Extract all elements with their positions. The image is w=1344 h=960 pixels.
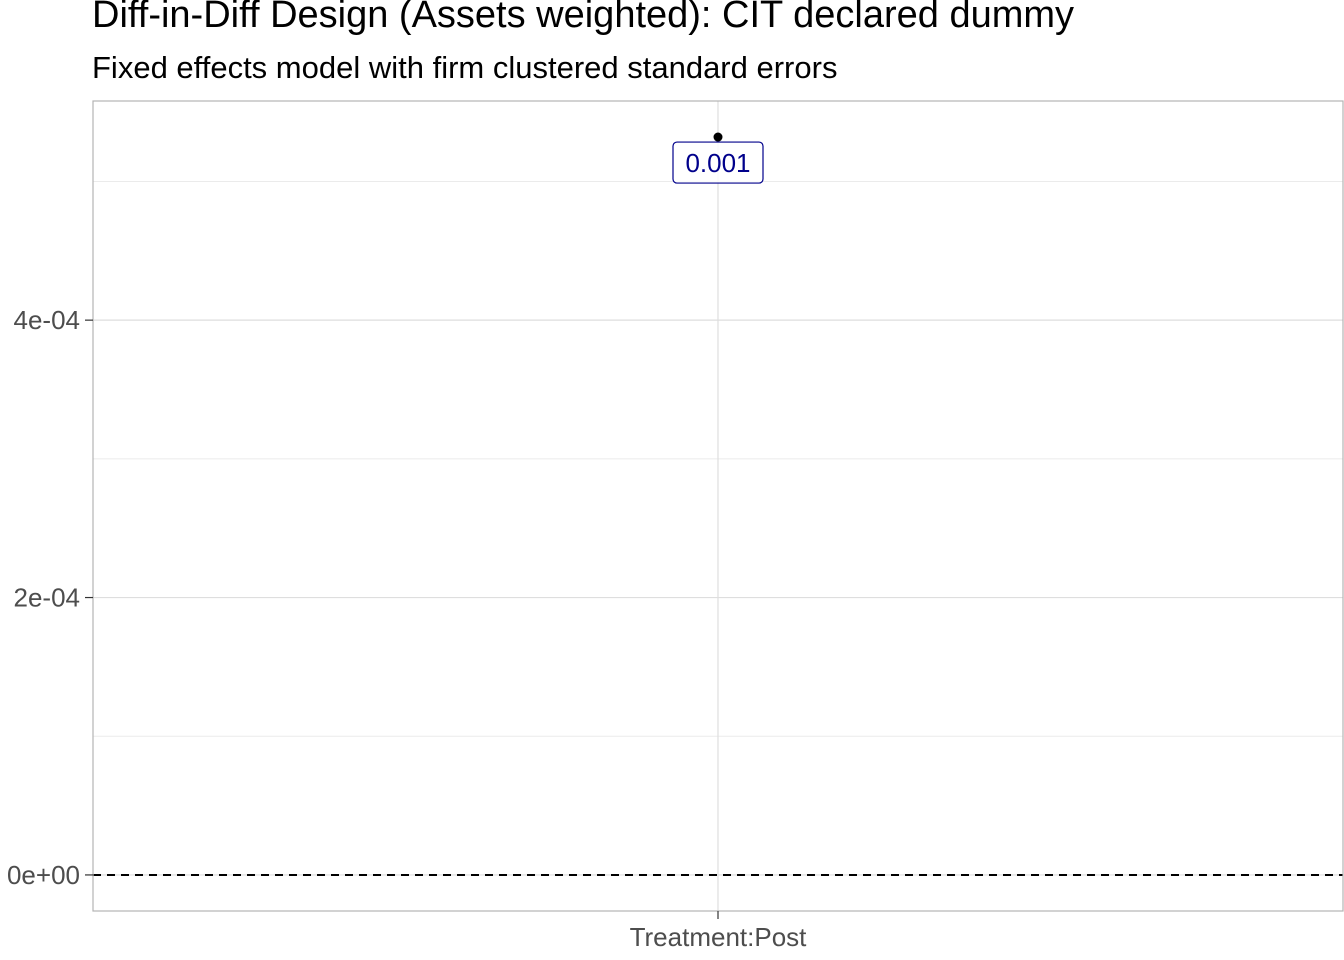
y-tick-label: 0e+00 [7,860,80,890]
y-axis: 0e+00 2e-04 4e-04 [7,305,93,890]
major-gridlines [93,101,1343,911]
x-tick-label: Treatment:Post [630,922,808,952]
x-axis: Treatment:Post [630,911,808,952]
plot-area: 0e+00 2e-04 4e-04 Treatment:Post 0.001 [7,100,1344,952]
y-tick-label: 4e-04 [14,305,81,335]
y-tick-label: 2e-04 [14,583,81,613]
data-label: 0.001 [672,141,764,184]
data-point [713,132,723,142]
data-points [713,132,723,142]
data-labels: 0.001 [672,141,764,184]
data-label-text: 0.001 [685,148,750,178]
